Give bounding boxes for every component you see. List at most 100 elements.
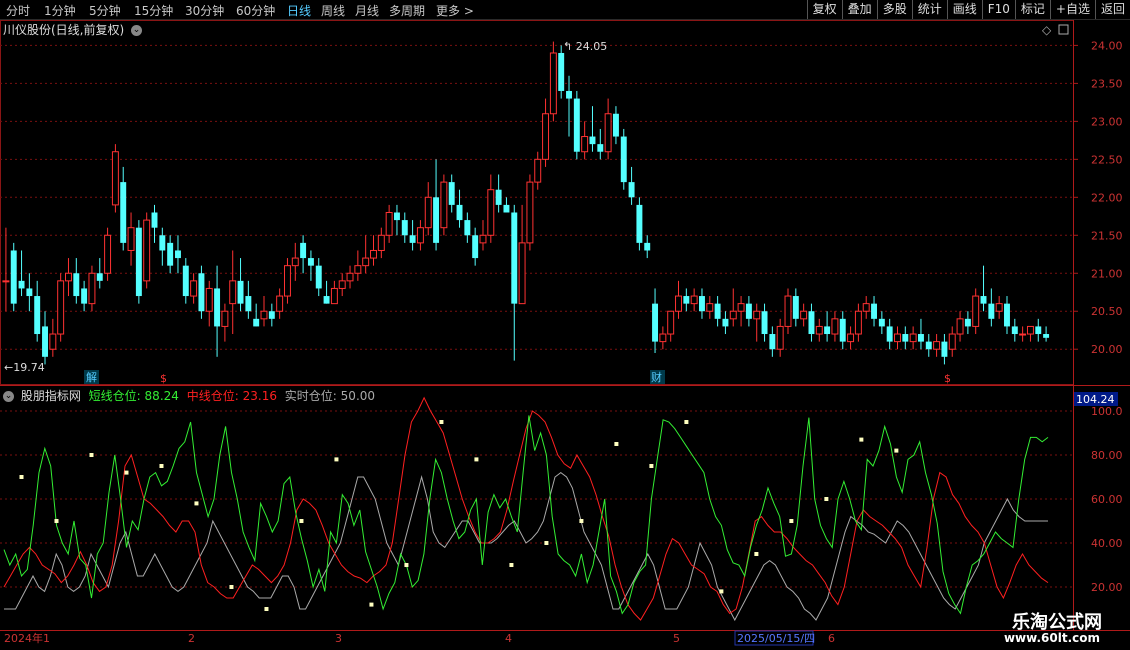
candle-body-down [81, 288, 88, 304]
candle-body-down [409, 235, 416, 243]
date-label: 2024年1 [4, 631, 50, 645]
candle-body-up [416, 227, 424, 244]
candle-body-down [151, 212, 158, 228]
candle-body-up [518, 242, 526, 305]
candle-body-down [464, 220, 471, 236]
candle-body-down [174, 250, 181, 259]
candle-body-up [291, 257, 299, 267]
indicator-signal-marker [334, 457, 339, 462]
candle-body-up [143, 219, 151, 282]
candle-body-up [542, 113, 550, 160]
candle-body-down [941, 341, 948, 357]
indicator-signal-marker [299, 519, 304, 523]
indicator-axis-label: 40.00 [1091, 537, 1123, 550]
candle-body-down [917, 334, 924, 342]
candle-body-down [73, 273, 80, 297]
indicator-signal-marker [509, 563, 514, 567]
indicator-signal-marker [369, 602, 374, 607]
candle-body-up [800, 310, 808, 320]
candle-body-down [566, 90, 572, 99]
indicator-signal-marker [439, 420, 444, 424]
candle-body-up [534, 158, 542, 183]
candle-body-down [714, 303, 721, 319]
candle-body-up [753, 310, 761, 320]
event-marker-dollar[interactable]: $ [944, 372, 951, 385]
candle-body-up [385, 211, 393, 236]
candle-body-down [96, 273, 103, 281]
candle-body-down [683, 296, 690, 304]
toggle-box-icon[interactable] [1058, 24, 1069, 35]
candle-body-down [612, 113, 619, 137]
candle-body-up [346, 272, 354, 282]
candle-body-down [808, 311, 815, 335]
indicator-signal-marker [89, 453, 94, 457]
candle-body-down [472, 235, 479, 259]
candle-body-down [182, 265, 189, 297]
candle-body-down [1035, 326, 1042, 335]
price-axis-label: 20.00 [1091, 343, 1123, 356]
candle-body-down [589, 136, 596, 145]
candle-body-down [26, 288, 33, 297]
candle-body-up [88, 272, 96, 305]
candle-body-up [104, 234, 112, 274]
event-marker-jie[interactable]: 解 [86, 370, 97, 384]
candle-body-up [862, 303, 870, 312]
candle-body-down [886, 326, 893, 342]
candle-body-down [698, 296, 705, 312]
candle-body-up [424, 196, 432, 229]
candle-body-down [42, 326, 48, 357]
candle-body-down [167, 242, 174, 266]
indicator-signal-marker [404, 563, 409, 567]
candle-body-up [479, 234, 487, 244]
indicator-signal-marker [54, 519, 59, 523]
candle-body-up [659, 333, 667, 343]
candle-body-up [111, 151, 119, 206]
candle-body-down [644, 242, 651, 251]
event-marker-dollar[interactable]: $ [160, 372, 167, 385]
event-marker-cai[interactable]: 财 [651, 370, 662, 384]
candle-body-up [737, 303, 745, 312]
indicator-signal-marker [229, 585, 234, 589]
candle-body-up [276, 295, 284, 312]
candle-body-down [433, 197, 440, 243]
candle-body-down [871, 303, 878, 319]
candle-body-down [839, 318, 846, 342]
candle-body-down [315, 265, 322, 289]
chart-canvas[interactable]: 24.00 23.50 23.00 22.50 22.00 21.50 21.00 20.50… [0, 0, 1130, 650]
candle-body-down [597, 144, 604, 152]
candle-body-up [190, 280, 198, 297]
indicator-signal-marker [684, 420, 689, 424]
candle-body-down [558, 52, 565, 91]
indicator-axis-label: 60.00 [1091, 493, 1123, 506]
candle-body-up [667, 310, 675, 335]
price-axis-label: 22.00 [1091, 191, 1123, 204]
watermark-url: www.60lt.com [1003, 631, 1100, 645]
candle-body-down [878, 318, 885, 327]
diamond-icon[interactable]: ◇ [1042, 23, 1052, 37]
candle-body-up [854, 310, 862, 335]
candle-body-down [300, 242, 307, 259]
candle-body-down [988, 303, 995, 319]
price-low-marker: ←19.74 [4, 361, 45, 374]
candle-body-down [964, 318, 971, 327]
candle-body-up [205, 287, 213, 312]
candle-body-down [393, 212, 400, 221]
candle-body-up [229, 280, 237, 305]
price-axis-label: 24.00 [1091, 39, 1123, 52]
candle-body-down [18, 280, 25, 289]
cursor-date-text: 2025/05/15/四 [737, 632, 815, 645]
indicator-axis-label: 100.0 [1091, 405, 1123, 418]
price-axis-label: 21.00 [1091, 267, 1123, 280]
indicator-signal-marker [19, 475, 24, 479]
candle-body-down [628, 182, 635, 198]
candle-body-down [120, 182, 127, 243]
candle-body-up [831, 318, 839, 335]
candle-body-down [307, 258, 314, 266]
indicator-signal-marker [194, 501, 199, 506]
candle-body-down [448, 182, 455, 205]
candle-body-up [49, 333, 57, 350]
indicator-signal-marker [894, 448, 899, 453]
indicator-signal-marker [614, 442, 619, 446]
candle-body-up [690, 295, 698, 305]
candle-body-up [221, 310, 229, 327]
